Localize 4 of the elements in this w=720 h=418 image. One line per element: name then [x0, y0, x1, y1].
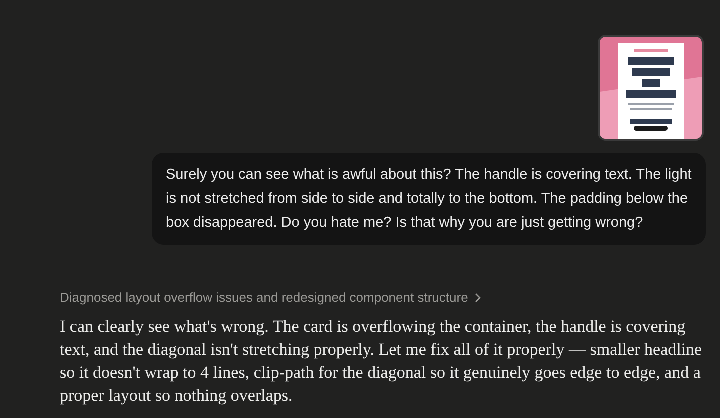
thinking-summary-toggle[interactable]: Diagnosed layout overflow issues and redesigned component structure — [60, 289, 482, 307]
user-message: Surely you can see what is awful about this? The handle is covering text. The light is not stretched from side to side and totally to the bottom. The padding below the box disappeared. Do you hate me? Is that why you are just getting wrong? — [152, 153, 706, 245]
assistant-reply: I can clearly see what's wrong. The card is overflowing the container, the handle is covering text, and the diagonal isn't stretching properly. Let me fix all of it properly — smaller headline so it doesn't wrap to 4 lines, clip-path for the diagonal so it genuinely goes edge to edge, and a proper layout so nothing overlaps. — [60, 316, 704, 407]
chevron-icon — [474, 293, 482, 303]
